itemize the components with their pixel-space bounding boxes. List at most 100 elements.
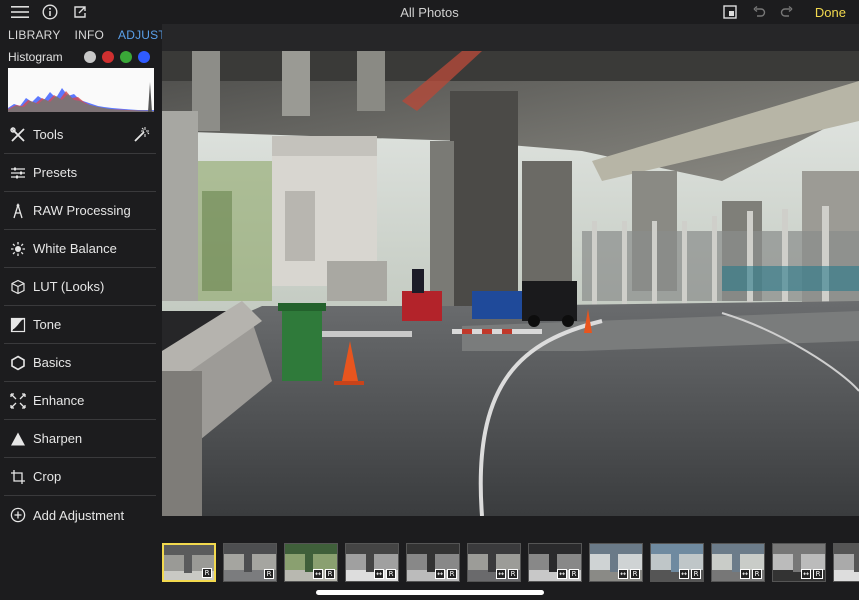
filmstrip-thumbnail[interactable]: ↔R (528, 543, 582, 582)
raw-badge: R (813, 569, 823, 579)
raw-badge: R (202, 568, 212, 578)
menu-icon[interactable] (10, 2, 30, 22)
filmstrip-thumbnail[interactable]: ↔R (467, 543, 521, 582)
redo-icon[interactable] (777, 2, 797, 22)
menu-item-lut[interactable]: LUT (Looks) (4, 268, 156, 306)
menu-item-label: Basics (33, 355, 72, 370)
thumbnail-badges: ↔ R (740, 569, 762, 579)
compare-badge-icon: ↔ (801, 569, 811, 579)
triangle-icon (9, 430, 27, 448)
thumbnail-badges: ↔ R (557, 569, 579, 579)
menu-item-sharpen[interactable]: Sharpen (4, 420, 156, 458)
compare-badge-icon: ↔ (618, 569, 628, 579)
luminance-channel-dot[interactable] (84, 51, 96, 63)
filmstrip-thumbnail[interactable]: ↔R (833, 543, 859, 582)
thumbnail-badges: ↔ R (496, 569, 518, 579)
tools-icon (9, 126, 27, 144)
cube-icon (9, 278, 27, 296)
top-bar: All Photos Done (0, 0, 859, 24)
menu-item-basics[interactable]: Basics (4, 344, 156, 382)
thumbnail-list: RR↔R↔R↔R↔R↔R↔R↔R↔R↔R↔R (162, 543, 859, 583)
raw-badge: R (508, 569, 518, 579)
filmstrip-thumbnail[interactable]: R (223, 543, 277, 582)
compare-badge-icon: ↔ (374, 569, 384, 579)
menu-item-tone[interactable]: Tone (4, 306, 156, 344)
done-button[interactable]: Done (815, 5, 846, 20)
menu-item-enhance[interactable]: Enhance (4, 382, 156, 420)
raw-badge: R (264, 569, 274, 579)
red-channel-dot[interactable] (102, 51, 114, 63)
histogram (8, 68, 154, 112)
photo-viewer (162, 24, 859, 516)
main-photo[interactable] (162, 51, 859, 516)
filmstrip-thumbnail[interactable]: R (162, 543, 216, 582)
menu-item-label: Sharpen (33, 431, 83, 446)
raw-badge: R (325, 569, 335, 579)
green-channel-dot[interactable] (120, 51, 132, 63)
filmstrip-thumbnail[interactable]: ↔R (284, 543, 338, 582)
histogram-channel-toggles (84, 51, 150, 63)
menu-item-presets[interactable]: Presets (4, 154, 156, 192)
sidebar: LIBRARY INFO ADJUST Histogram Tools Pres… (0, 24, 166, 600)
tone-icon (9, 316, 27, 334)
crop-icon (9, 468, 27, 486)
compare-badge-icon: ↔ (679, 569, 689, 579)
home-indicator[interactable] (316, 590, 544, 595)
menu-item-crop[interactable]: Crop (4, 458, 156, 496)
magic-wand-icon[interactable] (132, 126, 150, 147)
raw-icon (9, 202, 27, 220)
filmstrip-thumbnail[interactable]: ↔R (772, 543, 826, 582)
filmstrip-thumbnail[interactable]: ↔R (711, 543, 765, 582)
compare-badge-icon: ↔ (435, 569, 445, 579)
menu-item-label: RAW Processing (33, 203, 131, 218)
sun-icon (9, 240, 27, 258)
filmstrip-thumbnail[interactable]: ↔R (589, 543, 643, 582)
raw-badge: R (386, 569, 396, 579)
menu-item-tools[interactable]: Tools (4, 116, 156, 154)
menu-item-label: LUT (Looks) (33, 279, 105, 294)
thumbnail-badges: ↔ R (679, 569, 701, 579)
menu-item-raw-processing[interactable]: RAW Processing (4, 192, 156, 230)
filmstrip: RR↔R↔R↔R↔R↔R↔R↔R↔R↔R↔R (162, 516, 859, 586)
menu-item-label: Tone (33, 317, 62, 332)
undo-icon[interactable] (749, 2, 769, 22)
presets-icon (9, 164, 27, 182)
raw-badge: R (630, 569, 640, 579)
thumbnail-badges: ↔ R (374, 569, 396, 579)
menu-item-label: Tools (33, 127, 64, 142)
hexagon-icon (9, 354, 27, 372)
menu-item-label: Crop (33, 469, 62, 484)
info-icon[interactable] (40, 2, 60, 22)
tab-library[interactable]: LIBRARY (8, 28, 61, 44)
filmstrip-thumbnail[interactable]: ↔R (345, 543, 399, 582)
menu-item-white-balance[interactable]: White Balance (4, 230, 156, 268)
compare-badge-icon: ↔ (557, 569, 567, 579)
raw-badge: R (447, 569, 457, 579)
compare-badge-icon: ↔ (496, 569, 506, 579)
menu-item-label: Add Adjustment (33, 507, 125, 523)
tab-adjust[interactable]: ADJUST (118, 28, 166, 44)
export-icon[interactable] (70, 2, 90, 22)
raw-badge: R (691, 569, 701, 579)
raw-badge: R (752, 569, 762, 579)
blue-channel-dot[interactable] (138, 51, 150, 63)
compare-badge-icon: ↔ (740, 569, 750, 579)
raw-badge: R (569, 569, 579, 579)
filmstrip-thumbnail[interactable]: ↔R (406, 543, 460, 582)
thumbnail-badges: ↔ R (618, 569, 640, 579)
sidebar-tabs: LIBRARY INFO ADJUST (8, 28, 166, 44)
adjustment-menu: Tools Presets RAW Processing White Balan… (4, 116, 156, 534)
menu-item-add-adjustment[interactable]: Add Adjustment (4, 496, 156, 534)
menu-item-label: White Balance (33, 241, 117, 256)
histogram-label: Histogram (8, 50, 63, 64)
add-circle-icon (9, 506, 27, 524)
tab-info[interactable]: INFO (75, 28, 104, 44)
enhance-icon (9, 392, 27, 410)
compare-badge-icon: ↔ (313, 569, 323, 579)
thumbnail-badges: R (202, 568, 212, 578)
filmstrip-thumbnail[interactable]: ↔R (650, 543, 704, 582)
thumbnail-badges: ↔ R (435, 569, 457, 579)
thumbnail-badges: R (264, 569, 274, 579)
compare-icon[interactable] (720, 2, 740, 22)
menu-item-label: Presets (33, 165, 78, 180)
